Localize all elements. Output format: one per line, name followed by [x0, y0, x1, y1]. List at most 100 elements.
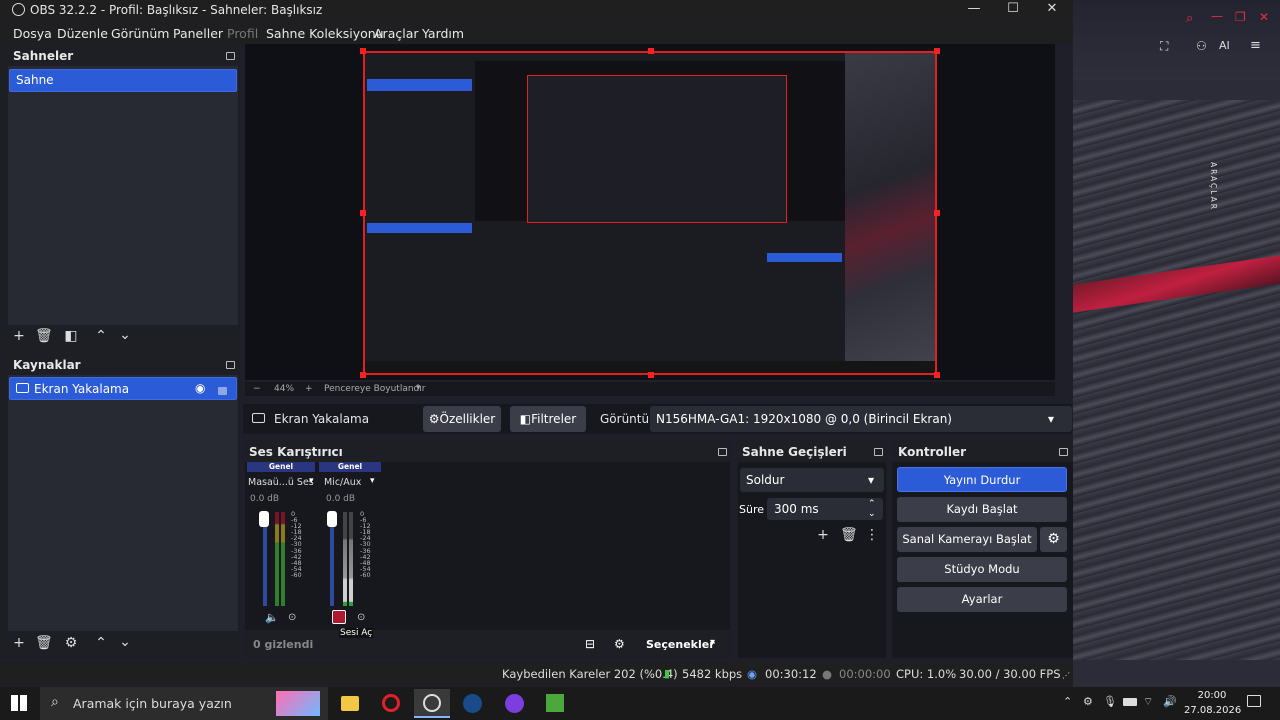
resize-handle[interactable]	[648, 48, 654, 54]
file-explorer-icon[interactable]	[341, 696, 359, 711]
zoom-out-button[interactable]: −	[253, 384, 261, 394]
move-up-icon[interactable]: ⌃	[93, 328, 109, 344]
source-item[interactable]: Ekran Yakalama ◉	[9, 377, 237, 400]
clock-time[interactable]: 20:00	[1192, 690, 1232, 701]
undock-icon[interactable]	[226, 52, 235, 60]
resize-handle[interactable]	[934, 372, 940, 378]
mixer-area	[245, 462, 730, 630]
undock-icon[interactable]	[1059, 448, 1068, 456]
menu-edit[interactable]: Düzenle	[57, 26, 108, 41]
search-icon[interactable]: ⌕	[1186, 11, 1193, 26]
menu-docks[interactable]: Paneller	[173, 26, 223, 41]
remove-scene-icon[interactable]: 🗑	[35, 328, 53, 344]
display-select[interactable]: N156HMA-GA1: 1920x1080 @ 0,0 (Birincil E…	[650, 406, 1072, 432]
add-source-icon[interactable]: +	[11, 635, 27, 651]
close-button[interactable]: ✕	[1042, 1, 1062, 16]
maximize-button[interactable]: ☐	[1003, 1, 1023, 16]
close-icon[interactable]: ✕	[1259, 10, 1269, 24]
filters-button[interactable]: ◧Filtreler	[510, 406, 586, 432]
virtual-camera-settings-button[interactable]: ⚙	[1040, 527, 1067, 552]
ai-label[interactable]: AI	[1219, 39, 1230, 52]
menu-profile[interactable]: Profil	[227, 26, 258, 41]
app-icon[interactable]	[505, 694, 524, 713]
start-recording-button[interactable]: Kaydı Başlat	[897, 497, 1067, 522]
wifi-icon[interactable]: ⌔	[1143, 695, 1153, 709]
monitor-audio-icon[interactable]: ⊙	[357, 612, 365, 623]
volume-slider-track[interactable]	[263, 514, 267, 606]
resize-handle[interactable]	[934, 210, 940, 216]
transition-select[interactable]: Soldur ▾	[740, 468, 884, 492]
settings-button[interactable]: Ayarlar	[897, 587, 1067, 612]
chevron-down-icon[interactable]: ▾	[416, 383, 421, 393]
monitor-audio-icon[interactable]: ⊙	[288, 612, 296, 623]
properties-button[interactable]: ⚙Özellikler	[423, 406, 501, 432]
remove-source-icon[interactable]: 🗑	[35, 635, 53, 651]
resize-handle[interactable]	[648, 372, 654, 378]
channel-menu-icon[interactable]: ▾	[309, 476, 314, 486]
source-properties-icon[interactable]: ⚙	[63, 635, 79, 651]
account-icon[interactable]: ⚇	[1196, 39, 1207, 53]
lock-icon[interactable]	[218, 387, 227, 395]
volume-slider-handle[interactable]	[259, 511, 269, 527]
undock-icon[interactable]	[226, 361, 235, 369]
muted-speaker-icon[interactable]	[332, 610, 346, 624]
menu-file[interactable]: Dosya	[13, 26, 52, 41]
opera-icon[interactable]	[382, 694, 400, 712]
microphone-icon[interactable]: 🎙	[1103, 695, 1117, 708]
move-down-icon[interactable]: ⌄	[117, 634, 133, 650]
scene-item[interactable]: Sahne	[9, 69, 237, 92]
minimize-icon[interactable]: —	[1211, 9, 1223, 23]
start-virtual-camera-button[interactable]: Sanal Kamerayı Başlat	[897, 527, 1037, 552]
eye-icon[interactable]: ◉	[195, 381, 205, 395]
display-label: Görüntü	[600, 412, 650, 426]
volume-icon[interactable]: 🔊	[1163, 695, 1177, 708]
remove-transition-icon[interactable]: 🗑	[840, 527, 858, 543]
volume-slider-handle[interactable]	[327, 511, 337, 527]
undock-icon[interactable]	[718, 448, 727, 456]
chevron-down-icon[interactable]: ▾	[710, 637, 715, 648]
layout-icon[interactable]: ⊟	[585, 637, 595, 651]
restore-icon[interactable]: ❐	[1235, 10, 1246, 24]
obs-taskbar-button[interactable]	[414, 689, 450, 718]
battery-icon[interactable]	[1123, 698, 1137, 706]
clock-date[interactable]: 27.08.2026	[1184, 705, 1241, 716]
notification-icon[interactable]	[1247, 695, 1261, 707]
studio-mode-button[interactable]: Stüdyo Modu	[897, 557, 1067, 582]
options-button[interactable]: Seçenekler	[646, 638, 715, 651]
move-up-icon[interactable]: ⌃	[93, 635, 109, 651]
minecraft-icon[interactable]	[546, 694, 564, 712]
duration-input[interactable]: 300 ms ⌃ ⌄	[767, 498, 883, 520]
resize-handle[interactable]	[360, 372, 366, 378]
zoom-in-button[interactable]: +	[305, 384, 313, 394]
mixer-settings-icon[interactable]: ⚙	[614, 637, 625, 651]
tray-app-icon[interactable]: ⚙	[1083, 695, 1093, 708]
taskbar-search[interactable]: ⌕ Aramak için buraya yazın	[40, 687, 328, 720]
screenshot-icon[interactable]: ⛶	[1160, 39, 1168, 54]
fit-to-window-label[interactable]: Pencereye Boyutlandır	[324, 384, 425, 394]
minimize-button[interactable]: —	[964, 1, 984, 16]
channel-menu-icon[interactable]: ▾	[370, 476, 375, 486]
spin-down-icon[interactable]: ⌄	[868, 503, 876, 525]
menu-tools[interactable]: Araçlar	[374, 26, 419, 41]
chevron-up-icon[interactable]: ⌃	[1063, 695, 1072, 708]
resize-handle[interactable]	[360, 48, 366, 54]
menu-view[interactable]: Görünüm	[111, 26, 169, 41]
resize-handle[interactable]	[360, 210, 366, 216]
more-options-icon[interactable]: ⋮	[864, 527, 880, 543]
resize-handle[interactable]	[934, 48, 940, 54]
screen-capture-preview[interactable]	[363, 51, 937, 375]
speaker-icon[interactable]: 🔈	[265, 611, 279, 624]
stop-stream-button[interactable]: Yayını Durdur	[897, 467, 1067, 492]
move-down-icon[interactable]: ⌄	[117, 327, 133, 343]
volume-slider-track[interactable]	[330, 514, 334, 606]
windows-start-icon[interactable]	[11, 695, 27, 711]
steam-icon[interactable]	[463, 694, 482, 713]
add-scene-icon[interactable]: +	[11, 328, 27, 344]
add-transition-icon[interactable]: +	[815, 527, 831, 543]
menu-scene-collection[interactable]: Sahne Koleksiyonu	[266, 26, 384, 41]
resize-grip-icon[interactable]: ⋰	[1062, 671, 1070, 680]
scene-filters-icon[interactable]: ◧	[63, 328, 79, 344]
menu-help[interactable]: Yardım	[422, 26, 464, 41]
undock-icon[interactable]	[874, 448, 883, 456]
menu-icon[interactable]: ≡	[1250, 38, 1261, 53]
